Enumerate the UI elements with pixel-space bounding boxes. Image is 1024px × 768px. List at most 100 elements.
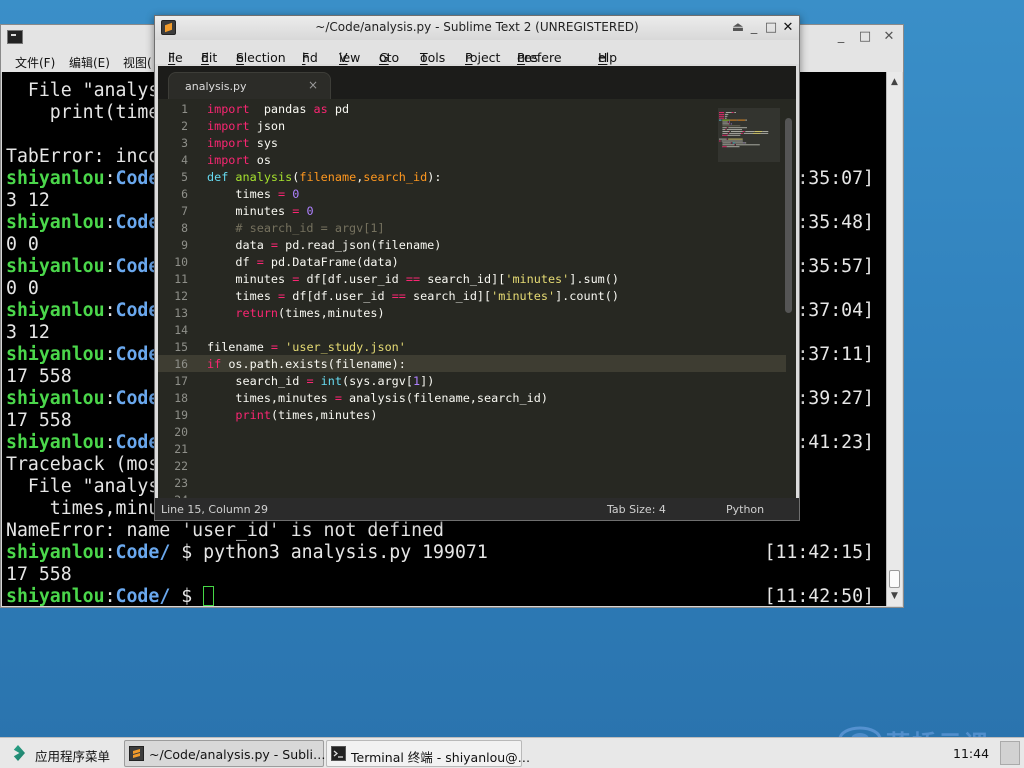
tab-analysis-py[interactable]: analysis.py × bbox=[168, 72, 331, 99]
prompt-sep: : bbox=[104, 344, 116, 365]
line-number: 4 bbox=[181, 153, 188, 167]
maximize-icon[interactable]: □ bbox=[763, 20, 779, 36]
prompt-user: shiyanlou bbox=[6, 586, 105, 606]
taskbar-item-sublime[interactable]: ~/Code/analysis.py - Subli… bbox=[124, 740, 326, 767]
scroll-up-arrow-icon[interactable]: ▲ bbox=[887, 74, 902, 90]
tab-size-setting[interactable]: Tab Size: 4 bbox=[607, 503, 666, 516]
terminal-output-line: TabError: inco bbox=[6, 146, 160, 167]
minimap-stroke bbox=[728, 127, 747, 129]
shade-icon[interactable]: ⏏ bbox=[730, 20, 746, 36]
show-desktop-button[interactable] bbox=[1000, 741, 1020, 765]
minimap-stroke bbox=[726, 127, 728, 129]
code-token: = bbox=[306, 374, 314, 388]
code-token: return bbox=[235, 306, 279, 320]
code-line[interactable]: search_id = int(sys.argv[1]) bbox=[207, 373, 434, 390]
line-number: 7 bbox=[181, 204, 188, 218]
terminal-prompt-line: shiyanlou:Code bbox=[6, 256, 159, 278]
minimap-stroke bbox=[754, 131, 763, 132]
line-number: 6 bbox=[181, 187, 188, 201]
close-icon[interactable]: ✕ bbox=[881, 29, 897, 45]
minimap-stroke bbox=[730, 119, 737, 121]
code-line[interactable]: minutes = df[df.user_id == search_id]['m… bbox=[207, 271, 619, 288]
minimap-stroke bbox=[722, 144, 735, 146]
minimap-stroke bbox=[743, 142, 745, 144]
minimap-stroke bbox=[721, 140, 743, 142]
code-editor[interactable]: analysis.py × 1 import pandas as pd 2 impor… bbox=[158, 66, 796, 509]
minimap-stroke bbox=[730, 131, 743, 132]
code-line[interactable]: # search_id = argv[1] bbox=[207, 220, 384, 237]
line-number: 9 bbox=[181, 238, 188, 252]
code-token: times bbox=[207, 289, 279, 303]
code-line[interactable]: import sys bbox=[207, 135, 278, 152]
scroll-down-arrow-icon[interactable]: ▼ bbox=[887, 588, 902, 604]
menu-item-text: ces bbox=[517, 50, 539, 65]
menu-file[interactable]: 文件(F) bbox=[15, 54, 55, 71]
menu-view[interactable]: 视图( bbox=[123, 54, 152, 71]
prompt-user: shiyanlou bbox=[6, 542, 105, 563]
clock[interactable]: 11:44 bbox=[953, 746, 989, 761]
minimap[interactable] bbox=[718, 112, 780, 158]
code-token: analysis(filename,search_id) bbox=[341, 391, 548, 405]
prompt-dir: Code bbox=[115, 212, 160, 233]
terminal-output-line: 0 0 bbox=[6, 278, 39, 299]
code-line[interactable]: import pandas as pd bbox=[207, 101, 349, 118]
code-token: == bbox=[405, 272, 421, 286]
code-line[interactable]: times = df[df.user_id == search_id]['min… bbox=[207, 288, 619, 305]
code-line[interactable]: filename = 'user_study.json' bbox=[207, 339, 406, 356]
prompt-user: shiyanlou bbox=[6, 256, 105, 277]
code-line[interactable]: return(times,minutes) bbox=[207, 305, 384, 322]
code-line[interactable]: print(times,minutes) bbox=[207, 407, 377, 424]
code-token: pd.read_json(filename) bbox=[278, 238, 442, 252]
sublime-titlebar[interactable]: ~/Code/analysis.py - Sublime Text 2 (UNR… bbox=[155, 16, 799, 40]
code-token: import bbox=[207, 102, 250, 116]
code-token: sys bbox=[249, 136, 279, 150]
line-number: 16 bbox=[174, 357, 188, 371]
code-line[interactable]: import os bbox=[207, 152, 271, 169]
maximize-icon[interactable]: □ bbox=[857, 29, 873, 45]
app-menu-icon[interactable] bbox=[13, 745, 25, 761]
sublime-window[interactable]: ~/Code/analysis.py - Sublime Text 2 (UNR… bbox=[154, 15, 800, 521]
terminal-prompt-line: shiyanlou:Code bbox=[6, 300, 159, 322]
close-icon[interactable]: ✕ bbox=[780, 20, 796, 36]
minimap-stroke bbox=[753, 132, 761, 134]
code-token: filename bbox=[207, 340, 271, 354]
syntax-setting[interactable]: Python bbox=[726, 503, 764, 516]
menu-edit[interactable]: 编辑(E) bbox=[69, 54, 110, 71]
code-token: pd bbox=[327, 102, 350, 116]
minimap-stroke bbox=[719, 119, 722, 121]
code-line[interactable]: data = pd.read_json(filename) bbox=[207, 237, 441, 254]
minimap-stroke bbox=[724, 117, 727, 119]
code-line[interactable]: def analysis(filename,search_id): bbox=[207, 169, 441, 186]
code-line[interactable]: if os.path.exists(filename): bbox=[207, 356, 406, 373]
taskbar-item-terminal[interactable]: Terminal 终端 - shiyanlou@… bbox=[326, 740, 530, 767]
terminal-output-line: File "analys bbox=[6, 476, 160, 497]
code-token: df[df.user_id bbox=[299, 272, 406, 286]
minimize-icon[interactable]: _ bbox=[833, 29, 849, 45]
code-token: import bbox=[207, 153, 250, 167]
minimap-stroke bbox=[735, 142, 744, 144]
tab-close-icon[interactable]: × bbox=[308, 78, 318, 92]
code-line[interactable]: df = pd.DataFrame(data) bbox=[207, 254, 398, 271]
code-line[interactable]: minutes = 0 bbox=[207, 203, 313, 220]
code-line[interactable]: times = 0 bbox=[207, 186, 299, 203]
minimap-stroke bbox=[745, 131, 755, 132]
minimap-stroke bbox=[743, 132, 753, 134]
minimize-icon[interactable]: _ bbox=[746, 20, 762, 36]
terminal-scrollbar[interactable]: ▲ ▼ bbox=[886, 72, 902, 606]
code-line[interactable]: import json bbox=[207, 118, 285, 135]
editor-scrollbar-thumb[interactable] bbox=[785, 118, 792, 313]
prompt-timestamp: :39:27] bbox=[797, 388, 874, 409]
code-token: = bbox=[270, 340, 279, 354]
app-menu-button[interactable]: 应用程序菜单 bbox=[35, 746, 110, 765]
tab-bar: analysis.py × bbox=[158, 66, 796, 99]
scrollbar-thumb[interactable] bbox=[889, 570, 900, 588]
prompt-user: shiyanlou bbox=[6, 168, 105, 189]
window-title: ~/Code/analysis.py - Sublime Text 2 (UNR… bbox=[315, 20, 639, 34]
code-token: os bbox=[249, 153, 271, 167]
prompt-dir: Code bbox=[115, 344, 160, 365]
code-token: (times,minutes) bbox=[270, 408, 378, 422]
line-number: 20 bbox=[174, 425, 188, 439]
tab-label: analysis.py bbox=[185, 80, 247, 93]
code-line[interactable]: times,minutes = analysis(filename,search… bbox=[207, 390, 548, 407]
minimap-stroke bbox=[722, 121, 728, 123]
